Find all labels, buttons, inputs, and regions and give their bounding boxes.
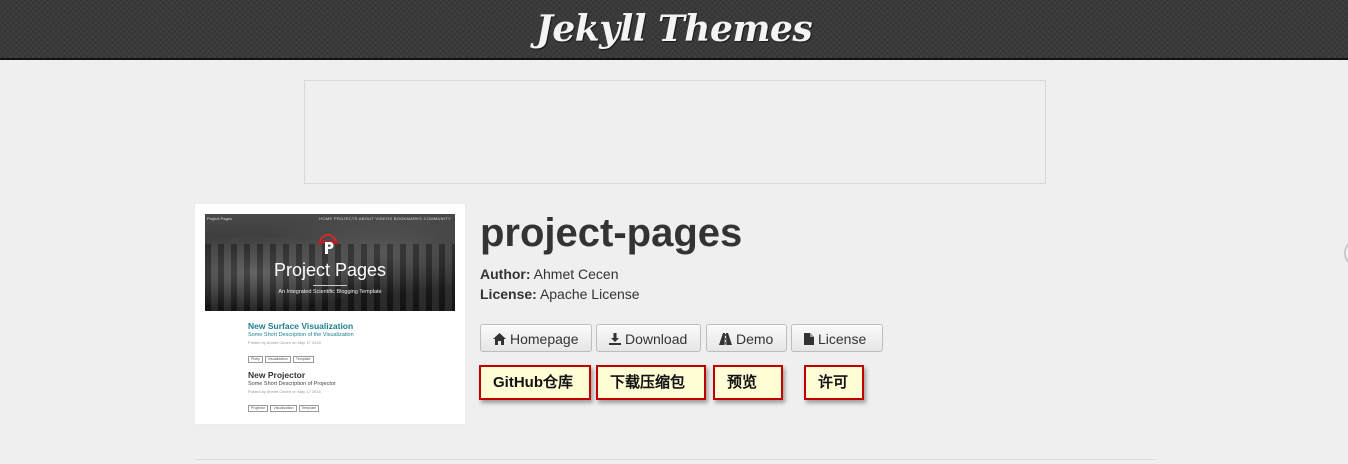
note-github-repo: GitHub仓库 — [479, 365, 591, 400]
theme-title: project-pages — [480, 211, 743, 255]
note-download-zip: 下载压缩包 — [596, 365, 706, 400]
post-meta: Posted by Ahmet Cecen on May 17 2016 — [248, 389, 321, 394]
license-line: License: Apache License — [480, 284, 742, 304]
post-tags: Plotly Visualization Template — [248, 347, 448, 365]
theme-info: project-pages Author: Ahmet Cecen Licens… — [480, 206, 742, 304]
home-icon — [493, 333, 506, 345]
homepage-button[interactable]: Homepage — [480, 324, 592, 352]
top-navbar: Jekyll Themes — [0, 0, 1348, 60]
note-preview: 预览 — [713, 365, 783, 400]
post-title: New Projector — [248, 370, 306, 380]
post-meta: Posted by Ahmet Cecen on May 17 2016 — [248, 340, 321, 345]
license-label: License: — [480, 286, 537, 302]
post-title: New Surface Visualization — [248, 321, 354, 331]
demo-button[interactable]: Demo — [706, 324, 787, 352]
author-line: Author: Ahmet Cecen — [480, 264, 742, 284]
section-divider — [195, 459, 1155, 460]
thumbnail-hero: Project Pages HOME PROJECTS ABOUT VIDEOS… — [205, 214, 455, 311]
thumbnail-divider — [313, 285, 347, 286]
download-icon — [609, 333, 621, 345]
note-license: 许可 — [804, 365, 864, 400]
author-label: Author: — [480, 266, 531, 282]
thumbnail-post: New Projector Some Short Description of … — [248, 370, 448, 414]
author-value: Ahmet Cecen — [533, 266, 619, 282]
homepage-button-label: Homepage — [510, 331, 579, 347]
download-button[interactable]: Download — [596, 324, 701, 352]
license-button[interactable]: License — [791, 324, 883, 352]
post-description: Some Short Description of Projector — [248, 381, 336, 387]
license-button-label: License — [818, 331, 867, 347]
brand-logo-link[interactable]: Jekyll Themes — [0, 0, 1348, 58]
project-pages-logo-icon — [318, 234, 338, 254]
post-tag: Visualization — [270, 405, 297, 412]
post-tag: Visualization — [264, 356, 291, 363]
thumbnail-post: New Surface Visualization Some Short Des… — [248, 321, 448, 365]
post-tag: Template — [292, 356, 314, 363]
demo-button-label: Demo — [736, 331, 774, 347]
thumbnail-site-name: Project Pages — [207, 216, 232, 221]
post-tags: Projector Visualization Template — [248, 396, 448, 414]
scroll-to-top-button[interactable] — [1344, 238, 1348, 268]
post-description: Some Short Description of the Visualizat… — [248, 332, 354, 338]
thumbnail-hero-subtitle: An Integrated Scientific Blogging Templa… — [278, 289, 382, 295]
license-value: Apache License — [539, 286, 640, 302]
road-icon — [719, 333, 732, 345]
post-tag: Template — [298, 405, 320, 412]
thumbnail-nav: Project Pages HOME PROJECTS ABOUT VIDEOS… — [205, 214, 455, 223]
thumbnail-nav-links: HOME PROJECTS ABOUT VIDEOS BOOKMARKS COM… — [319, 216, 451, 221]
ad-placeholder — [304, 80, 1046, 184]
file-icon — [804, 333, 814, 345]
thumbnail-hero-title: Project Pages — [273, 260, 387, 280]
post-tag: Plotly — [248, 356, 263, 363]
post-tag: Projector — [248, 405, 269, 412]
download-button-label: Download — [625, 331, 688, 347]
theme-thumbnail[interactable]: Project Pages HOME PROJECTS ABOUT VIDEOS… — [195, 204, 465, 424]
